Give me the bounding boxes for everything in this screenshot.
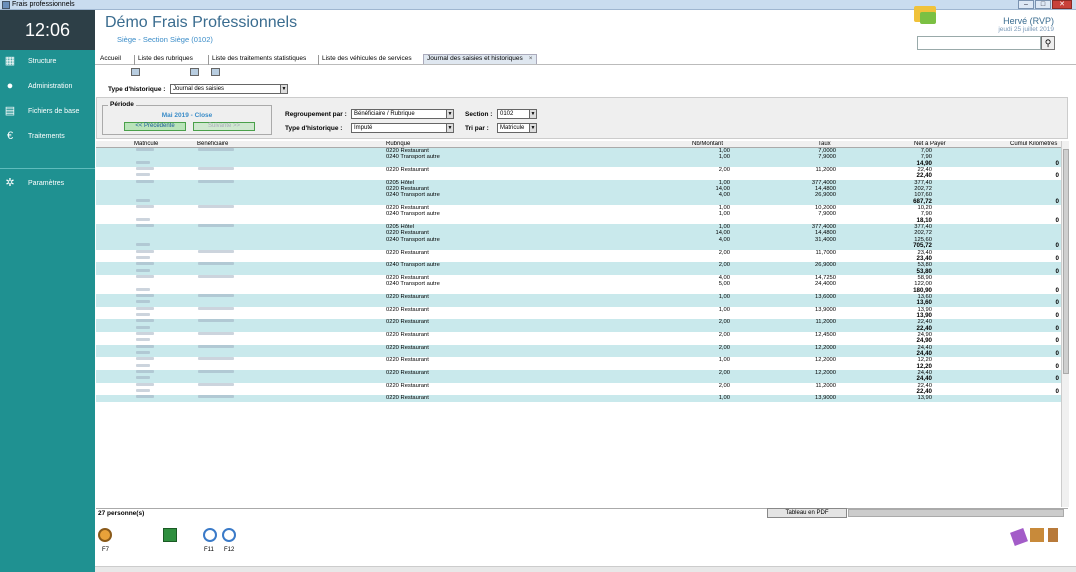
sidebar: 12:06 ▦ Structure ● Administration ▤ Fic… — [0, 10, 95, 572]
table-cell: 1,00 — [718, 395, 730, 402]
section-label: Section : — [465, 111, 493, 118]
folder-open-icon[interactable] — [1030, 528, 1044, 542]
close-button[interactable]: ✕ — [1052, 0, 1072, 9]
chevron-down-icon: ▼ — [529, 124, 536, 132]
excel-icon[interactable] — [163, 528, 177, 542]
sidebar-item-structure[interactable]: ▦ Structure — [0, 52, 95, 72]
clock: 12:06 — [0, 10, 95, 50]
pdf-progress — [848, 509, 1064, 517]
table-cell: 13,9000 — [815, 395, 836, 402]
sidebar-item-parametres[interactable]: ✲ Paramètres — [0, 174, 95, 194]
monitor-icon[interactable] — [131, 68, 140, 76]
col-rubrique[interactable]: Rubrique — [386, 141, 410, 147]
type-select[interactable]: Imputé ▼ — [351, 123, 454, 133]
euro-icon: € — [6, 130, 14, 142]
period-label: Période — [108, 101, 136, 108]
sidebar-item-administration[interactable]: ● Administration — [0, 77, 95, 97]
calendar-icon[interactable] — [190, 68, 199, 76]
page-title: Démo Frais Professionnels — [105, 14, 298, 31]
grid-body: 0220 Restaurant 1,00 7,0000 7,00 0240 Transp… — [96, 148, 1061, 402]
period-value: Mai 2019 - Close — [161, 112, 213, 119]
table-row[interactable]: 0220 Restaurant 1,00 13,9000 13,90 — [96, 395, 1061, 402]
table-cell: 13,90 — [917, 395, 932, 402]
app-icon — [2, 1, 10, 9]
maximize-button[interactable]: □ — [1035, 0, 1051, 9]
sidebar-divider — [0, 168, 95, 169]
page-subtitle: Siège - Section Siège (0102) — [117, 35, 213, 44]
tab-vehicules[interactable]: Liste des véhicules de services — [318, 55, 415, 65]
tab-traitements[interactable]: Liste des traitements statistiques — [208, 55, 309, 65]
current-date: jeudi 25 juillet 2019 — [998, 26, 1054, 33]
previous-button[interactable]: << Précédente — [124, 122, 186, 131]
gear-icon: ✲ — [5, 177, 15, 189]
sort-select[interactable]: Matricule ▼ — [497, 123, 537, 133]
type-label: Type d'historique : — [285, 125, 343, 132]
eraser-icon[interactable] — [1010, 528, 1028, 546]
group-select[interactable]: Bénéficiaire / Rubrique ▼ — [351, 109, 454, 119]
col-nb-montant[interactable]: Nb/Montant — [692, 141, 723, 147]
table-cell: 0220 Restaurant — [386, 395, 429, 402]
user-icon: ● — [6, 80, 14, 92]
minimize-button[interactable]: – — [1018, 0, 1034, 9]
sidebar-item-traitements[interactable]: € Traitements — [0, 127, 95, 147]
tab-journal[interactable]: Journal des saisies et historiques × — [423, 54, 537, 64]
window-icon[interactable] — [211, 68, 220, 76]
tab-bar: Accueil Liste des rubriques Liste des tr… — [95, 54, 1076, 65]
sidebar-item-fichiers[interactable]: ▤ Fichiers de base — [0, 102, 95, 122]
col-matricule[interactable]: Matricule — [134, 141, 158, 147]
f7-key: F7 — [102, 547, 110, 553]
grid-scrollbar[interactable] — [1061, 141, 1069, 507]
zoom-out-icon[interactable] — [203, 528, 217, 542]
chevron-down-icon: ▼ — [280, 85, 287, 93]
search-icon[interactable]: ⚲ — [1041, 36, 1055, 50]
refresh-icon[interactable] — [98, 528, 112, 542]
group-label: Regroupement par : — [285, 111, 347, 118]
f11-key: F11 — [204, 547, 214, 553]
tab-rubriques[interactable]: Liste des rubriques — [134, 55, 196, 65]
col-cumul[interactable]: Cumul Kilomètres — [1010, 141, 1057, 147]
results-grid: Matricule Bénéficiaire Rubrique Nb/Monta… — [96, 141, 1061, 507]
user-name[interactable]: Hervé (RVP) — [1003, 16, 1054, 26]
section-select[interactable]: 0102 ▼ — [497, 109, 537, 119]
pdf-button[interactable]: Tableau en PDF — [767, 508, 847, 518]
scroll-thumb[interactable] — [1063, 149, 1069, 374]
window-title: Frais professionnels — [12, 1, 75, 8]
sort-label: Tri par : — [465, 125, 489, 132]
f12-key: F12 — [224, 547, 235, 553]
building-icon: ▦ — [4, 55, 16, 67]
history-type-select[interactable]: Journal des saisies ▼ — [170, 84, 288, 94]
chevron-down-icon: ▼ — [446, 110, 453, 118]
exit-icon[interactable] — [1048, 528, 1058, 542]
search-input[interactable] — [917, 36, 1041, 50]
col-taux[interactable]: Taux — [818, 141, 831, 147]
col-beneficiaire[interactable]: Bénéficiaire — [197, 141, 228, 147]
record-count: 27 personne(s) — [98, 510, 145, 517]
grid-header: Matricule Bénéficiaire Rubrique Nb/Monta… — [96, 141, 1061, 148]
next-button[interactable]: Suivante >> — [193, 122, 255, 131]
bottom-bar — [95, 566, 1076, 572]
tab-accueil[interactable]: Accueil — [97, 55, 124, 65]
message-icon[interactable] — [920, 12, 936, 24]
col-net[interactable]: Net à Payer — [914, 141, 946, 147]
chevron-down-icon: ▼ — [529, 110, 536, 118]
folder-icon: ▤ — [4, 105, 16, 117]
zoom-in-icon[interactable] — [222, 528, 236, 542]
chevron-down-icon: ▼ — [446, 124, 453, 132]
history-type-label: Type d'historique : — [108, 86, 166, 93]
close-tab-icon[interactable]: × — [529, 55, 533, 62]
